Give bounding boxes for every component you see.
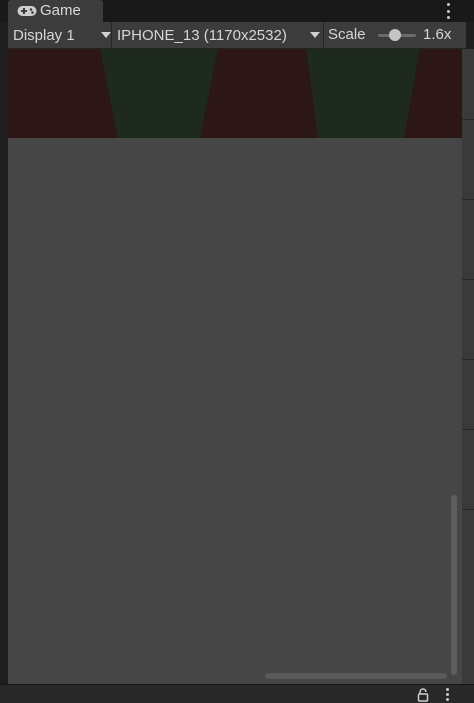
scale-label: Scale: [328, 26, 366, 43]
bottom-bar: [0, 684, 474, 703]
resolution-dropdown[interactable]: IPHONE_13 (1170x2532): [112, 22, 324, 48]
caret-down-icon: [310, 32, 320, 38]
kebab-menu-icon[interactable]: [440, 2, 456, 20]
lock-icon[interactable]: [416, 688, 430, 702]
scale-slider-thumb[interactable]: [389, 29, 401, 41]
tab-label: Game: [40, 2, 81, 19]
horizontal-scrollbar[interactable]: [265, 673, 447, 679]
display-dropdown-label: Display 1: [13, 26, 75, 44]
game-render: [8, 49, 462, 138]
display-dropdown[interactable]: Display 1: [8, 22, 112, 48]
caret-down-icon: [101, 32, 111, 38]
right-edge-panel: [462, 49, 474, 684]
game-render-shapes: [8, 49, 462, 138]
gamepad-icon: [17, 6, 37, 16]
tab-strip: Game: [0, 0, 474, 22]
resolution-dropdown-label: IPHONE_13 (1170x2532): [117, 26, 287, 44]
game-view[interactable]: [8, 49, 462, 684]
game-toolbar: Display 1 IPHONE_13 (1170x2532) Scale 1.…: [8, 22, 466, 49]
scale-value: 1.6x: [423, 26, 452, 43]
vertical-scrollbar[interactable]: [451, 495, 457, 675]
kebab-menu-icon[interactable]: [440, 688, 454, 702]
tab-game[interactable]: Game: [8, 0, 103, 22]
